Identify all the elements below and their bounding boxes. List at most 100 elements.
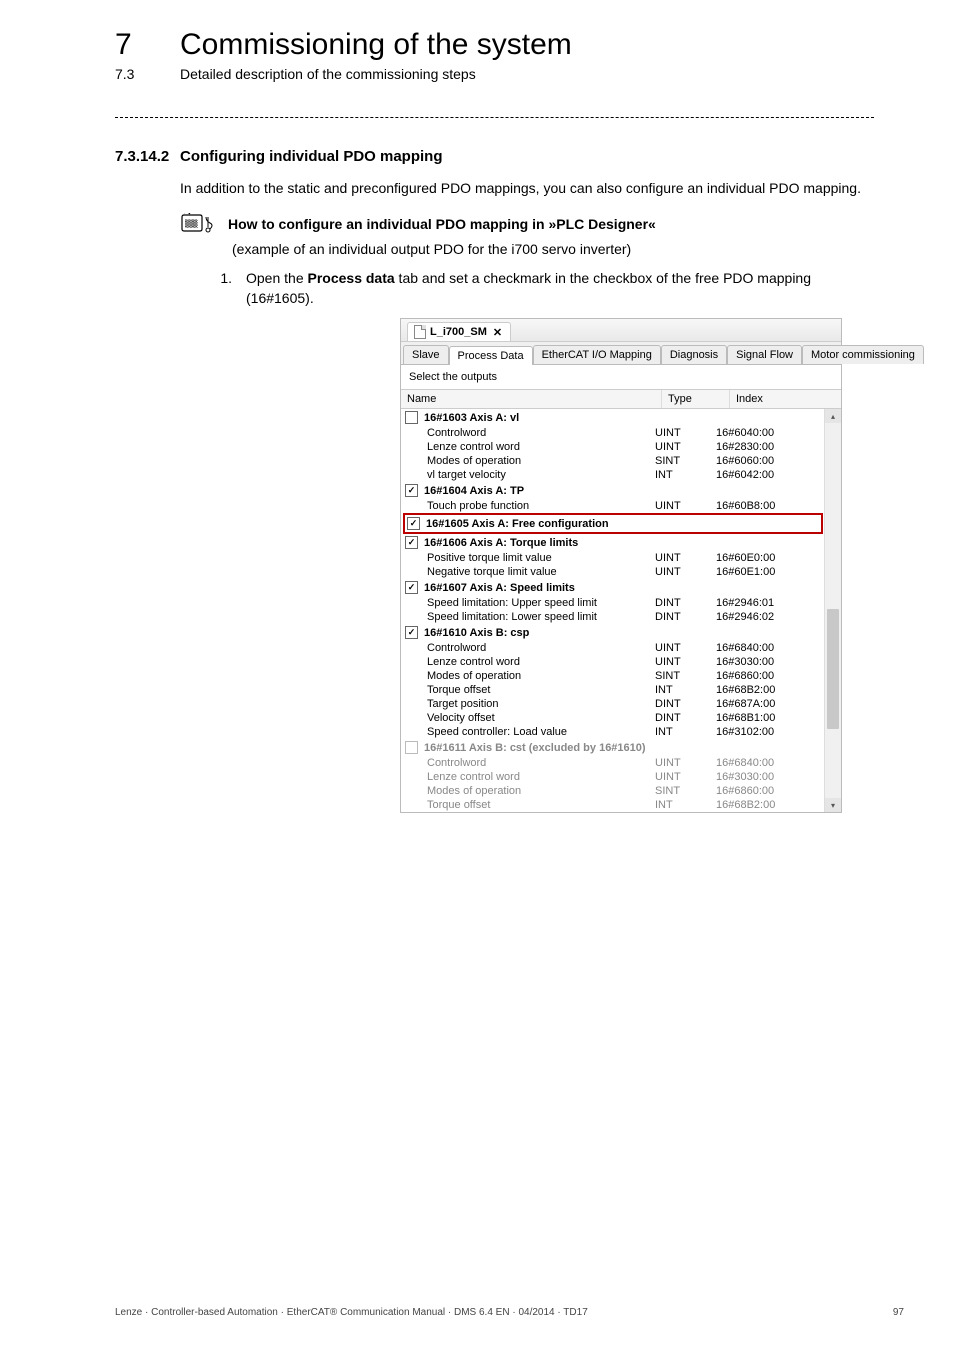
checkbox[interactable] bbox=[405, 411, 418, 424]
checkbox[interactable]: ✓ bbox=[405, 536, 418, 549]
pdo-item-row: ControlwordUINT16#6840:00 bbox=[401, 756, 841, 770]
column-header-name[interactable]: Name bbox=[401, 390, 662, 408]
pdo-item-row[interactable]: Speed limitation: Lower speed limitDINT1… bbox=[401, 610, 841, 624]
pdo-item-name: Lenze control word bbox=[401, 656, 649, 668]
pdo-item-name: Lenze control word bbox=[401, 441, 649, 453]
tab-signal-flow[interactable]: Signal Flow bbox=[727, 345, 802, 364]
pdo-item-index: 16#68B2:00 bbox=[710, 684, 841, 696]
pdo-item-row[interactable]: ControlwordUINT16#6040:00 bbox=[401, 426, 841, 440]
pdo-item-row[interactable]: Modes of operationSINT16#6060:00 bbox=[401, 454, 841, 468]
pdo-item-index: 16#2830:00 bbox=[710, 441, 841, 453]
section-number: 7.3.14.2 bbox=[115, 148, 180, 165]
pdo-item-row[interactable]: Lenze control wordUINT16#3030:00 bbox=[401, 655, 841, 669]
pdo-item-row[interactable]: Velocity offsetDINT16#68B1:00 bbox=[401, 711, 841, 725]
pdo-group-label: 16#1606 Axis A: Torque limits bbox=[424, 537, 578, 549]
pdo-item-name: Controlword bbox=[401, 757, 649, 769]
pdo-item-type: UINT bbox=[649, 427, 710, 439]
pdo-item-name: Controlword bbox=[401, 642, 649, 654]
pdo-item-row[interactable]: Negative torque limit valueUINT16#60E1:0… bbox=[401, 565, 841, 579]
pdo-item-index: 16#687A:00 bbox=[710, 698, 841, 710]
pdo-item-index: 16#68B1:00 bbox=[710, 712, 841, 724]
pdo-group[interactable]: ✓ 16#1607 Axis A: Speed limits bbox=[401, 579, 841, 596]
pdo-item-index: 16#2946:02 bbox=[710, 611, 841, 623]
pdo-item-index: 16#6840:00 bbox=[710, 642, 841, 654]
pdo-item-name: Target position bbox=[401, 698, 649, 710]
pdo-item-type: SINT bbox=[649, 455, 710, 467]
pdo-item-type: DINT bbox=[649, 611, 710, 623]
pdo-item-index: 16#68B2:00 bbox=[710, 799, 841, 811]
checkbox[interactable]: ✓ bbox=[405, 626, 418, 639]
pdo-item-row: Torque offsetINT16#68B2:00 bbox=[401, 798, 841, 812]
pdo-item-name: Negative torque limit value bbox=[401, 566, 649, 578]
pdo-item-name: Positive torque limit value bbox=[401, 552, 649, 564]
scroll-down-icon[interactable]: ▾ bbox=[825, 798, 841, 812]
pdo-item-row[interactable]: Lenze control wordUINT16#2830:00 bbox=[401, 440, 841, 454]
pdo-item-name: Modes of operation bbox=[401, 455, 649, 467]
tab-diagnosis[interactable]: Diagnosis bbox=[661, 345, 727, 364]
pdo-item-type: DINT bbox=[649, 597, 710, 609]
select-outputs-label: Select the outputs bbox=[401, 365, 841, 389]
pdo-item-name: Controlword bbox=[401, 427, 649, 439]
pdo-group-label: 16#1603 Axis A: vl bbox=[424, 412, 519, 424]
checkbox[interactable]: ✓ bbox=[405, 581, 418, 594]
column-header-index[interactable]: Index bbox=[730, 390, 841, 408]
pdo-group: 16#1611 Axis B: cst (excluded by 16#1610… bbox=[401, 739, 841, 756]
screenshot-panel: L_i700_SM ✕ SlaveProcess DataEtherCAT I/… bbox=[400, 318, 842, 813]
pdo-item-row: Modes of operationSINT16#6860:00 bbox=[401, 784, 841, 798]
pdo-item-row[interactable]: Target positionDINT16#687A:00 bbox=[401, 697, 841, 711]
pdo-item-row[interactable]: Speed controller: Load valueINT16#3102:0… bbox=[401, 725, 841, 739]
document-tab[interactable]: L_i700_SM ✕ bbox=[407, 322, 511, 341]
pdo-item-type: UINT bbox=[649, 566, 710, 578]
divider bbox=[115, 117, 874, 118]
pdo-item-name: vl target velocity bbox=[401, 469, 649, 481]
pdo-item-name: Modes of operation bbox=[401, 670, 649, 682]
checkbox[interactable]: ✓ bbox=[405, 484, 418, 497]
pdo-item-index: 16#6860:00 bbox=[710, 670, 841, 682]
tab-ethercat-i-o-mapping[interactable]: EtherCAT I/O Mapping bbox=[533, 345, 661, 364]
pdo-item-name: Torque offset bbox=[401, 799, 649, 811]
scrollbar[interactable]: ▴ ▾ bbox=[824, 409, 841, 812]
pdo-item-index: 16#6042:00 bbox=[710, 469, 841, 481]
tab-slave[interactable]: Slave bbox=[403, 345, 449, 364]
tab-motor-commissioning[interactable]: Motor commissioning bbox=[802, 345, 924, 364]
pdo-item-name: Torque offset bbox=[401, 684, 649, 696]
pdo-group[interactable]: ✓ 16#1606 Axis A: Torque limits bbox=[401, 534, 841, 551]
pdo-item-row[interactable]: Speed limitation: Upper speed limitDINT1… bbox=[401, 596, 841, 610]
footer-text: Lenze · Controller-based Automation · Et… bbox=[115, 1307, 588, 1318]
pdo-group[interactable]: ✓16#1604 Axis A: TP bbox=[401, 482, 841, 499]
pdo-item-index: 16#6040:00 bbox=[710, 427, 841, 439]
pdo-group-label: 16#1607 Axis A: Speed limits bbox=[424, 582, 575, 594]
pdo-item-index: 16#60E1:00 bbox=[710, 566, 841, 578]
column-header-type[interactable]: Type bbox=[662, 390, 730, 408]
procedure-icon: ▒▒▒ bbox=[180, 213, 228, 235]
pdo-item-type: UINT bbox=[649, 642, 710, 654]
pdo-group[interactable]: ✓ 16#1610 Axis B: csp bbox=[401, 624, 841, 641]
pdo-item-row[interactable]: Modes of operationSINT16#6860:00 bbox=[401, 669, 841, 683]
pdo-item-type: UINT bbox=[649, 552, 710, 564]
pdo-item-row[interactable]: Torque offsetINT16#68B2:00 bbox=[401, 683, 841, 697]
pdo-item-row: Lenze control wordUINT16#3030:00 bbox=[401, 770, 841, 784]
close-icon[interactable]: ✕ bbox=[493, 326, 502, 339]
scroll-up-icon[interactable]: ▴ bbox=[825, 409, 841, 423]
pdo-item-index: 16#3102:00 bbox=[710, 726, 841, 738]
pdo-item-row[interactable]: Touch probe functionUINT16#60B8:00 bbox=[401, 499, 841, 513]
pdo-item-type: DINT bbox=[649, 712, 710, 724]
pdo-group-label: 16#1610 Axis B: csp bbox=[424, 627, 529, 639]
pdo-item-row[interactable]: vl target velocityINT16#6042:00 bbox=[401, 468, 841, 482]
example-note: (example of an individual output PDO for… bbox=[232, 241, 874, 257]
pdo-item-name: Velocity offset bbox=[401, 712, 649, 724]
pdo-item-row[interactable]: ControlwordUINT16#6840:00 bbox=[401, 641, 841, 655]
pdo-item-type: INT bbox=[649, 684, 710, 696]
tab-process-data[interactable]: Process Data bbox=[449, 346, 533, 365]
page-number: 97 bbox=[893, 1307, 904, 1318]
checkbox[interactable]: ✓ bbox=[407, 517, 420, 530]
pdo-group[interactable]: 16#1603 Axis A: vl bbox=[401, 409, 841, 426]
pdo-item-row[interactable]: Positive torque limit valueUINT16#60E0:0… bbox=[401, 551, 841, 565]
chapter-number: 7 bbox=[115, 28, 180, 62]
pdo-group[interactable]: ✓16#1605 Axis A: Free configuration bbox=[403, 513, 823, 534]
pdo-item-type: UINT bbox=[649, 656, 710, 668]
pdo-item-type: INT bbox=[649, 469, 710, 481]
pdo-item-name: Speed limitation: Lower speed limit bbox=[401, 611, 649, 623]
pdo-item-type: SINT bbox=[649, 785, 710, 797]
scroll-thumb[interactable] bbox=[827, 609, 839, 729]
